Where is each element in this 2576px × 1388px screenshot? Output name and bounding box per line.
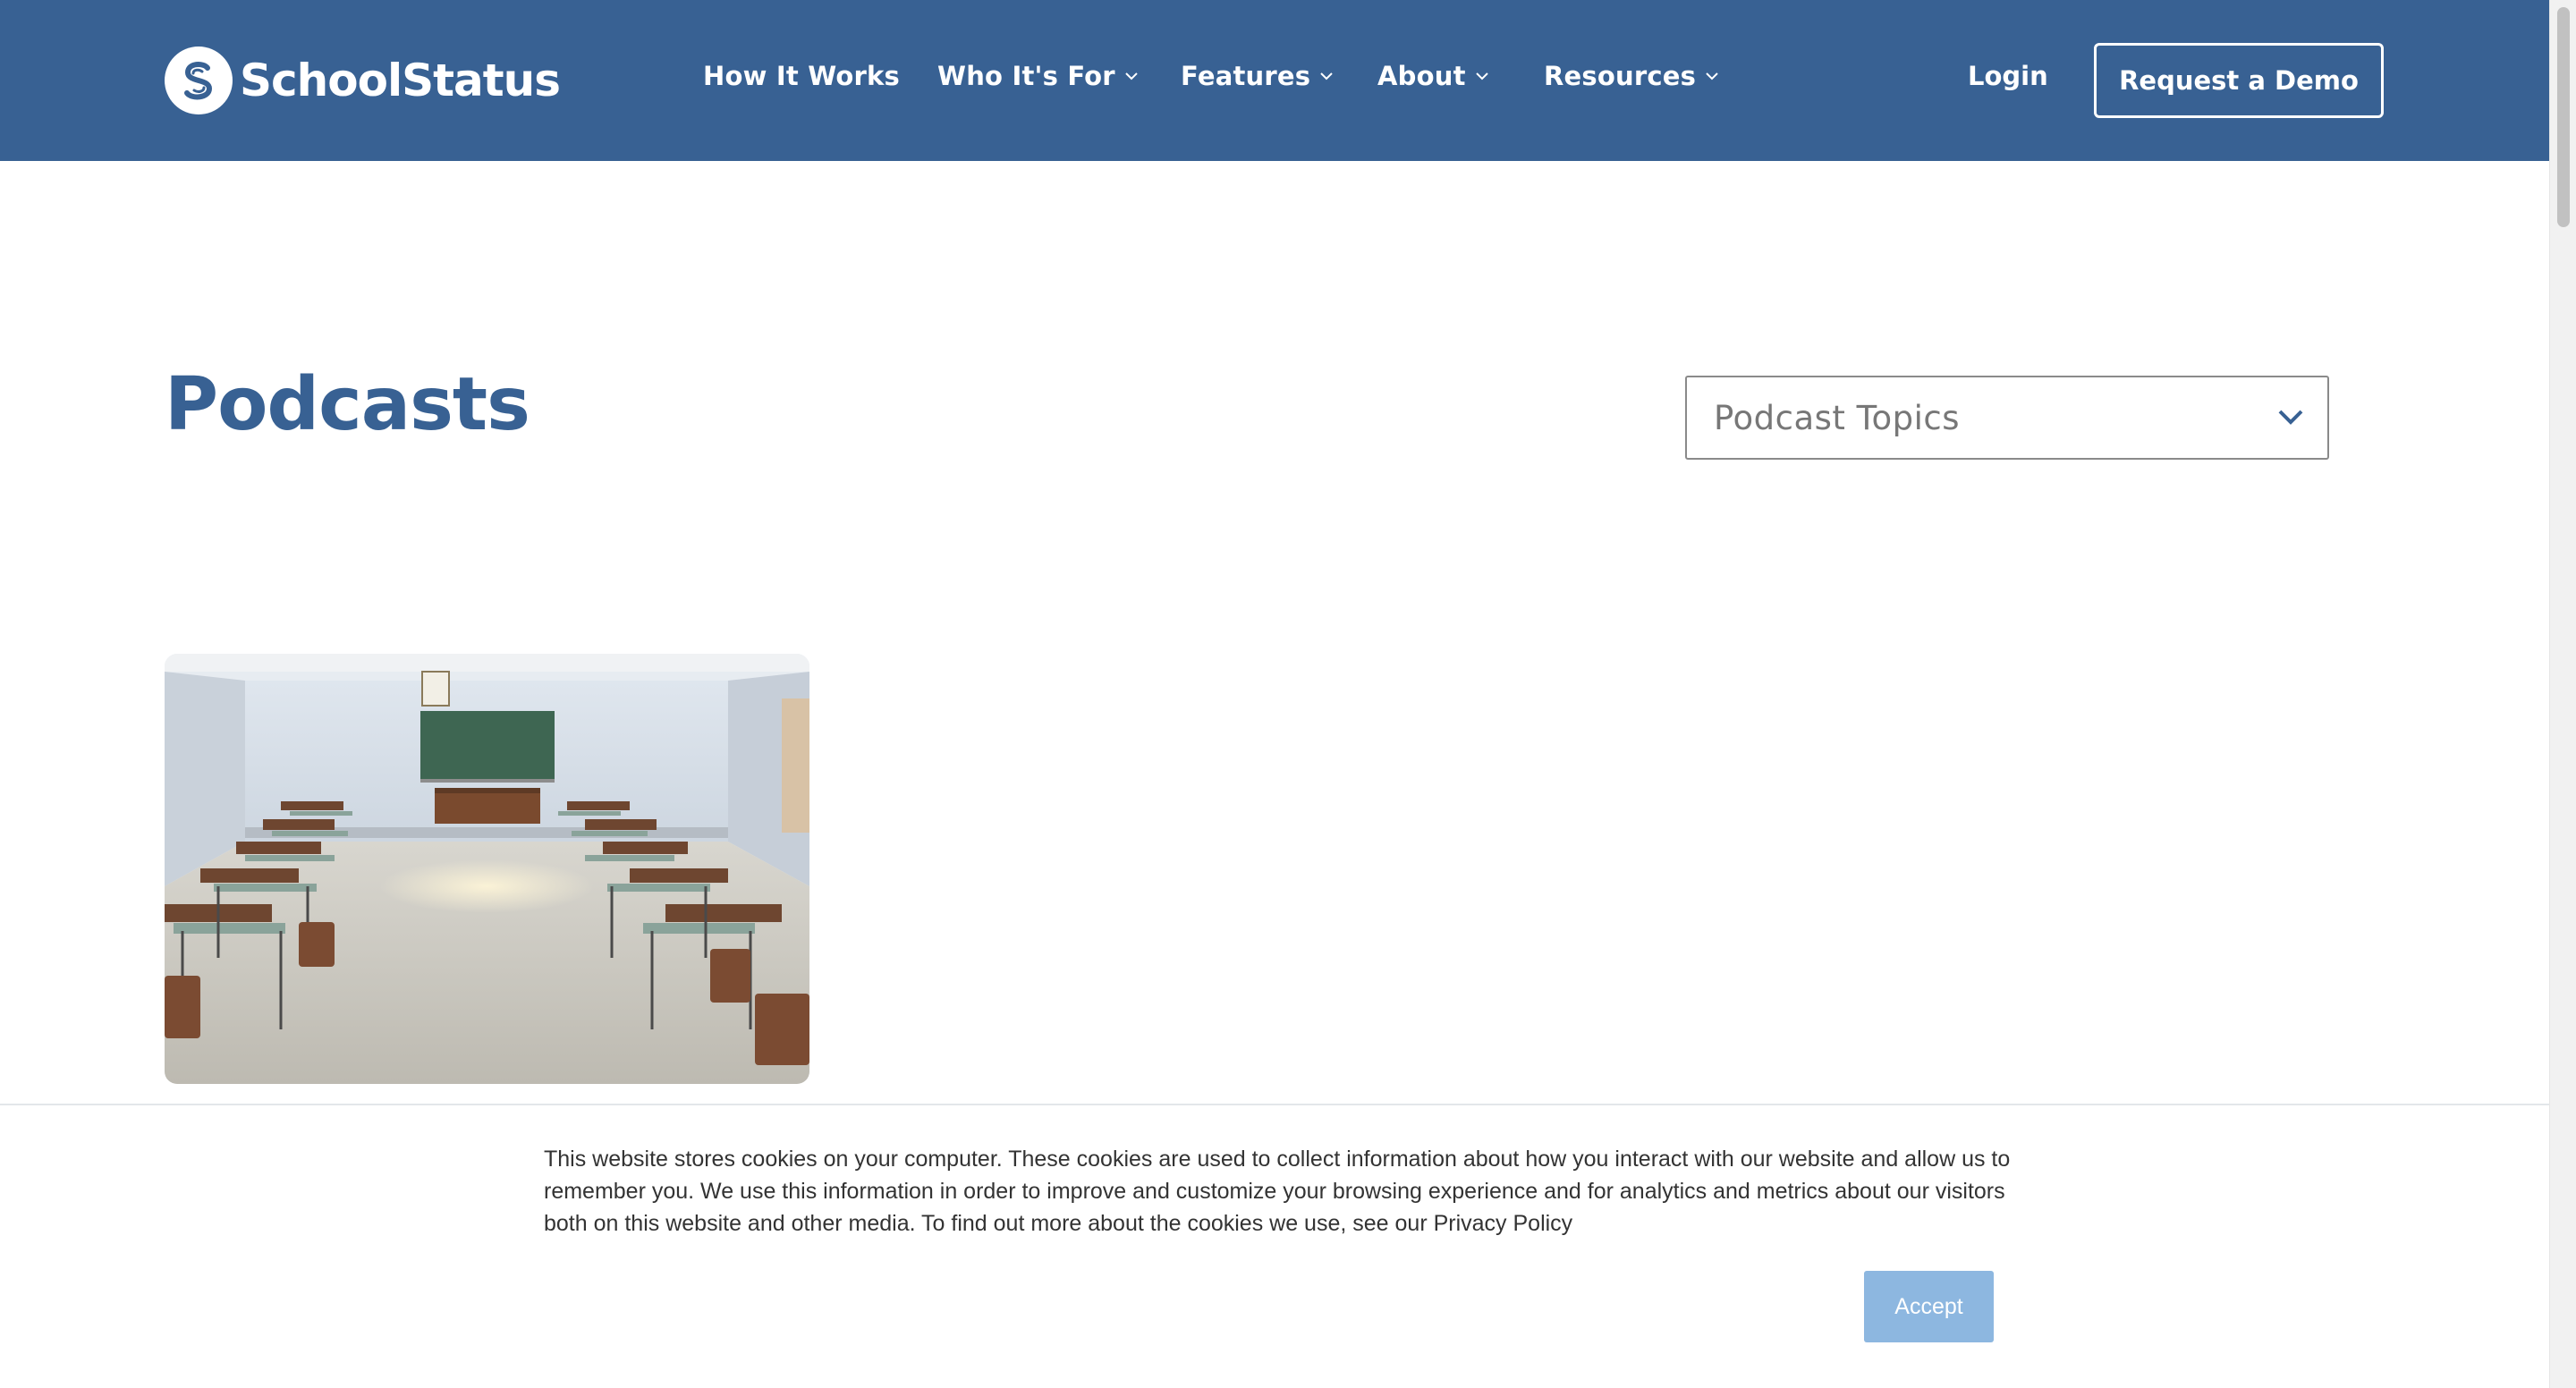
logo-text: SchoolStatus <box>240 55 561 106</box>
page-title: Podcasts <box>165 362 530 447</box>
nav-item-label: Who It's For <box>937 61 1115 91</box>
nav-item-how-it-works[interactable]: How It Works <box>703 61 900 91</box>
podcast-card-image[interactable] <box>165 654 809 1084</box>
nav-item-resources[interactable]: Resources <box>1544 61 1719 91</box>
classroom-photo <box>165 654 809 1084</box>
nav-item-about[interactable]: About <box>1377 61 1489 91</box>
chevron-down-icon <box>1475 72 1488 80</box>
chevron-down-icon <box>1706 72 1718 80</box>
cookie-banner: This website stores cookies on your comp… <box>0 1104 2549 1388</box>
nav-item-features[interactable]: Features <box>1181 61 1334 91</box>
cookie-banner-text: This website stores cookies on your comp… <box>544 1147 2011 1236</box>
chevron-down-icon <box>1320 72 1333 80</box>
nav-item-label: How It Works <box>703 61 900 91</box>
logo[interactable]: SchoolStatus <box>165 45 561 116</box>
nav-item-label: Resources <box>1544 61 1697 91</box>
scrollbar[interactable] <box>2549 0 2576 1388</box>
chevron-down-icon <box>2278 410 2303 425</box>
request-demo-button[interactable]: Request a Demo <box>2094 43 2384 118</box>
nav-item-label: About <box>1377 61 1466 91</box>
podcast-topics-placeholder: Podcast Topics <box>1714 398 1961 437</box>
logo-mark-icon <box>165 47 233 114</box>
site-header: SchoolStatus How It Works Who It's For F… <box>0 0 2549 161</box>
podcast-topics-select[interactable]: Podcast Topics <box>1685 376 2329 460</box>
nav-item-label: Features <box>1181 61 1311 91</box>
chevron-down-icon <box>1125 72 1138 80</box>
accept-cookies-button[interactable]: Accept <box>1864 1271 1994 1342</box>
nav-item-who-its-for[interactable]: Who It's For <box>937 61 1139 91</box>
scrollbar-thumb[interactable] <box>2557 7 2570 227</box>
page: SchoolStatus How It Works Who It's For F… <box>0 0 2576 1388</box>
login-link[interactable]: Login <box>1968 61 2048 91</box>
